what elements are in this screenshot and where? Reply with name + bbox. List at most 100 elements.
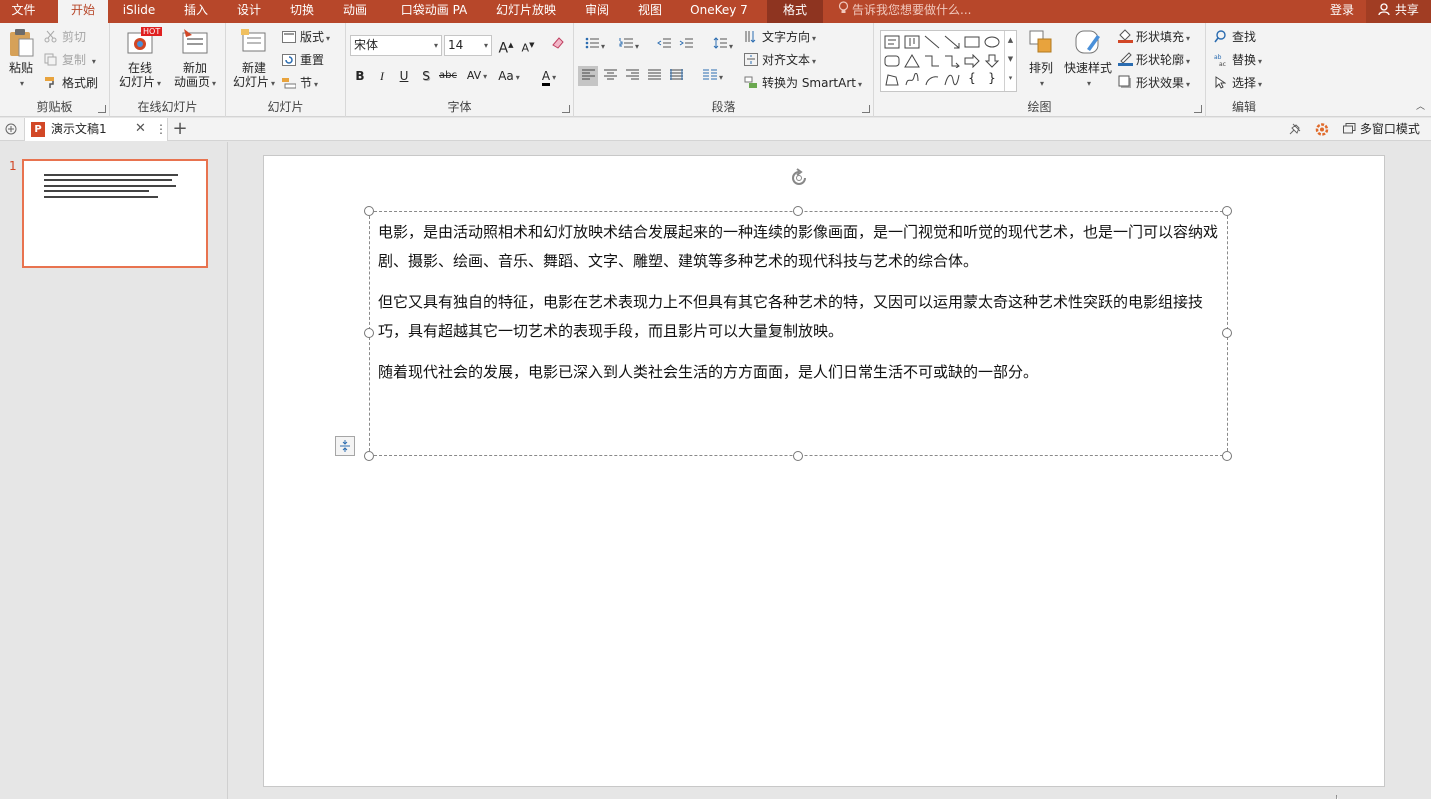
bold-button[interactable]: B [350, 66, 370, 86]
section-button[interactable]: 节 ▾ [282, 73, 318, 93]
elbow-arrow-shape-icon[interactable] [944, 54, 960, 68]
new-animation-page-button[interactable]: 新加 动画页 ▾ [170, 27, 220, 91]
dialog-launcher-icon[interactable] [98, 105, 106, 113]
distributed-button[interactable] [666, 66, 686, 86]
resize-handle-right[interactable] [1222, 328, 1232, 338]
rounded-rect-shape-icon[interactable] [884, 54, 900, 68]
quick-styles-button[interactable]: 快速样式 ▾ [1062, 27, 1114, 91]
resize-handle-top[interactable] [793, 206, 803, 216]
gallery-scroll[interactable]: ▲ ▼ ▾ [1004, 31, 1016, 91]
shape-fill-button[interactable]: 形状填充 ▾ [1118, 27, 1190, 47]
layout-button[interactable]: 版式 ▾ [282, 27, 330, 47]
line-spacing-button[interactable]: ▾ [708, 35, 738, 55]
shape-outline-button[interactable]: 形状轮廓 ▾ [1118, 50, 1190, 70]
right-brace-shape-icon[interactable]: } [984, 71, 1000, 85]
online-slides-button[interactable]: HOT 在线 幻灯片 ▾ [116, 27, 164, 91]
tab-pocket-animation[interactable]: 口袋动画 PA [392, 0, 476, 23]
tab-animations[interactable]: 动画 [335, 0, 375, 23]
tab-file[interactable]: 文件 [0, 0, 47, 23]
shape-effects-button[interactable]: 形状效果 ▾ [1118, 73, 1190, 93]
bullets-button[interactable]: ▾ [580, 35, 610, 55]
rotate-handle-icon[interactable] [788, 167, 810, 189]
elbow-connector-shape-icon[interactable] [924, 54, 940, 68]
line-shape-icon[interactable] [924, 35, 940, 49]
tab-view[interactable]: 视图 [630, 0, 670, 23]
replace-button[interactable]: ab ac 替换 ▾ [1214, 50, 1262, 70]
paragraph-3[interactable]: 随着现代社会的发展，电影已深入到人类社会生活的方方面面，是人们日常生活不可或缺的… [378, 358, 1218, 387]
font-color-button[interactable]: A ▾ [534, 66, 564, 86]
dialog-launcher-icon[interactable] [862, 105, 870, 113]
tab-onekey[interactable]: OneKey 7 [684, 0, 754, 23]
left-brace-shape-icon[interactable]: { [964, 71, 980, 85]
right-arrow-shape-icon[interactable] [964, 54, 980, 68]
autofit-options-icon[interactable] [335, 436, 355, 456]
text-shadow-button[interactable]: S [416, 66, 436, 86]
align-text-button[interactable]: 对齐文本 ▾ [744, 50, 816, 70]
align-right-button[interactable] [622, 66, 642, 86]
paragraph-2[interactable]: 但它又具有独自的特征，电影在艺术表现力上不但具有其它各种艺术的特，又因可以运用蒙… [378, 288, 1218, 346]
paste-button[interactable]: 粘贴 ▾ [4, 27, 38, 91]
text-box[interactable]: 电影，是由活动照相术和幻灯放映术结合发展起来的一种连续的影像画面，是一门视觉和听… [369, 211, 1228, 456]
tab-design[interactable]: 设计 [229, 0, 269, 23]
resize-handle-top-right[interactable] [1222, 206, 1232, 216]
change-case-button[interactable]: Aa ▾ [494, 66, 524, 86]
arrow-line-shape-icon[interactable] [944, 35, 960, 49]
tab-islide[interactable]: iSlide [116, 0, 162, 23]
add-tab-icon[interactable]: + [172, 118, 188, 140]
rectangle-shape-icon[interactable] [964, 35, 980, 49]
shrink-font-button[interactable]: A▼ [518, 35, 538, 55]
resize-handle-top-left[interactable] [364, 206, 374, 216]
settings-gear-icon[interactable] [1314, 122, 1330, 137]
tab-review[interactable]: 审阅 [577, 0, 617, 23]
document-tab[interactable]: P 演示文稿1 ✕ ⋮ [24, 118, 168, 141]
vertical-textbox-shape-icon[interactable] [904, 35, 920, 49]
scribble-shape-icon[interactable] [904, 73, 920, 87]
triangle-shape-icon[interactable] [904, 54, 920, 68]
convert-smartart-button[interactable]: 转换为 SmartArt ▾ [744, 73, 862, 93]
tab-format[interactable]: 格式 [767, 0, 823, 23]
grow-font-button[interactable]: A▲ [496, 35, 516, 57]
align-left-button[interactable] [578, 66, 598, 86]
multi-window-button[interactable]: 多窗口模式 [1343, 118, 1420, 140]
pin-icon[interactable] [1287, 122, 1303, 137]
textbox-shape-icon[interactable] [884, 35, 900, 49]
resize-handle-bottom[interactable] [793, 451, 803, 461]
resize-handle-bottom-left[interactable] [364, 451, 374, 461]
down-arrow-shape-icon[interactable] [984, 54, 1000, 68]
align-center-button[interactable] [600, 66, 620, 86]
more-options-icon[interactable]: ⋮ [155, 118, 167, 140]
share-button[interactable]: 共享 [1366, 0, 1431, 23]
underline-button[interactable]: U [394, 66, 414, 86]
font-size-select[interactable]: 14 ▾ [444, 35, 492, 56]
arrange-button[interactable]: 排列 ▾ [1024, 27, 1058, 91]
select-button[interactable]: 选择 ▾ [1214, 73, 1262, 93]
columns-button[interactable]: ▾ [698, 66, 728, 86]
slide-thumbnail[interactable] [22, 159, 208, 268]
tab-home[interactable]: 开始 [58, 0, 108, 23]
format-painter-button[interactable]: 格式刷 [44, 73, 98, 93]
text-box-content[interactable]: 电影，是由活动照相术和幻灯放映术结合发展起来的一种连续的影像画面，是一门视觉和听… [378, 218, 1218, 387]
new-slide-button[interactable]: 新建 幻灯片 ▾ [230, 27, 278, 91]
tab-insert[interactable]: 插入 [176, 0, 216, 23]
resize-handle-left[interactable] [364, 328, 374, 338]
tab-slideshow[interactable]: 幻灯片放映 [490, 0, 562, 23]
slide-sorter-icon[interactable] [4, 122, 18, 136]
tell-me-search[interactable]: 告诉我您想要做什么... [838, 0, 971, 23]
copy-button[interactable]: 复制 ▾ [44, 50, 96, 70]
login-link[interactable]: 登录 [1330, 0, 1354, 23]
resize-handle-bottom-right[interactable] [1222, 451, 1232, 461]
strikethrough-button[interactable]: abc [438, 66, 458, 86]
text-direction-button[interactable]: 文字方向 ▾ [744, 27, 816, 47]
find-button[interactable]: 查找 [1214, 27, 1256, 47]
char-spacing-button[interactable]: AV ▾ [462, 66, 492, 86]
numbering-button[interactable]: ▾ [614, 35, 644, 55]
reset-button[interactable]: 重置 [282, 50, 324, 70]
font-name-select[interactable]: 宋体 ▾ [350, 35, 442, 56]
dialog-launcher-icon[interactable] [562, 105, 570, 113]
clear-formatting-button[interactable] [548, 35, 568, 55]
shapes-gallery[interactable]: { } ▲ ▼ ▾ [880, 30, 1017, 92]
dialog-launcher-icon[interactable] [1194, 105, 1202, 113]
curve-shape-icon[interactable] [944, 73, 960, 87]
increase-indent-button[interactable] [676, 35, 696, 55]
freeform-shape-icon[interactable] [884, 73, 900, 87]
